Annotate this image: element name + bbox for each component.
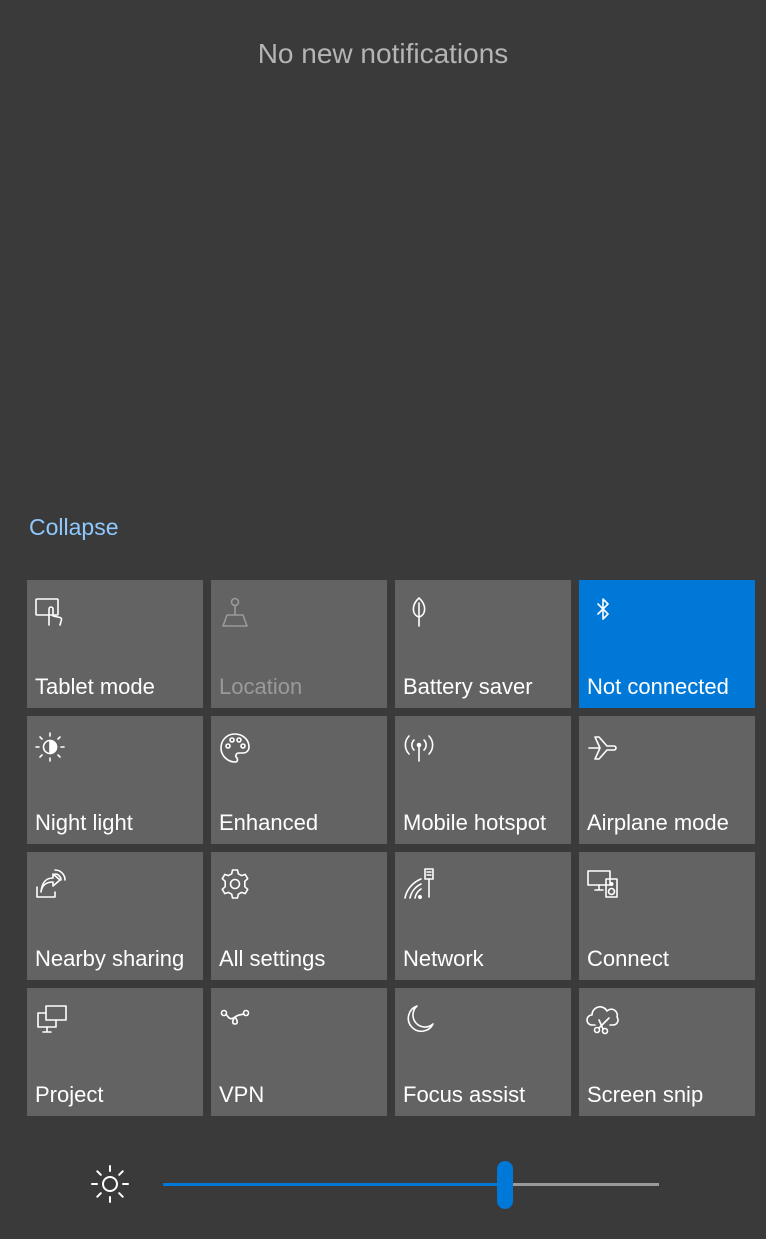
night-light-icon: [34, 731, 68, 765]
tile-airplane-mode[interactable]: Airplane mode: [579, 716, 755, 844]
tile-label: Project: [35, 1082, 104, 1107]
tile-location[interactable]: Location: [211, 580, 387, 708]
quick-actions-grid: Tablet mode Location Battery saver Not c…: [27, 580, 755, 1116]
tile-screen-snip[interactable]: Screen snip: [579, 988, 755, 1116]
screen-snip-icon: [586, 1003, 620, 1037]
tile-bluetooth[interactable]: Not connected: [579, 580, 755, 708]
tile-label: Network: [403, 946, 484, 971]
mobile-hotspot-icon: [402, 731, 436, 765]
tile-project[interactable]: Project: [27, 988, 203, 1116]
tile-label: Tablet mode: [35, 674, 155, 699]
tile-tablet-mode[interactable]: Tablet mode: [27, 580, 203, 708]
tablet-mode-icon: [34, 595, 68, 629]
tile-night-light[interactable]: Night light: [27, 716, 203, 844]
vpn-icon: [218, 1003, 252, 1037]
tile-label: Enhanced: [219, 810, 319, 835]
tile-label: Night light: [35, 810, 133, 835]
slider-fill: [163, 1183, 506, 1186]
tile-nearby-sharing[interactable]: Nearby sharing: [27, 852, 203, 980]
tile-label: Battery saver: [403, 674, 533, 699]
palette-icon: [218, 731, 252, 765]
slider-thumb[interactable]: [497, 1161, 514, 1209]
location-icon: [218, 595, 252, 629]
tile-network[interactable]: Network: [395, 852, 571, 980]
no-notifications-text: No new notifications: [257, 38, 509, 69]
connect-icon: [586, 867, 620, 901]
moon-icon: [402, 1003, 436, 1037]
brightness-icon: [89, 1163, 131, 1205]
brightness-slider[interactable]: [163, 1160, 659, 1210]
tile-label: Not connected: [587, 674, 729, 699]
tile-label: Focus assist: [403, 1082, 526, 1107]
tile-label: VPN: [219, 1082, 265, 1107]
tile-battery-saver[interactable]: Battery saver: [395, 580, 571, 708]
project-icon: [34, 1003, 68, 1037]
tile-mobile-hotspot[interactable]: Mobile hotspot: [395, 716, 571, 844]
tile-label: Airplane mode: [587, 810, 729, 835]
tile-enhanced[interactable]: Enhanced: [211, 716, 387, 844]
tile-label: Location: [219, 674, 303, 699]
tile-label: Nearby sharing: [35, 946, 185, 971]
network-icon: [402, 867, 436, 901]
tile-label: All settings: [219, 946, 326, 971]
tile-label: Screen snip: [587, 1082, 704, 1107]
tile-label: Connect: [587, 946, 669, 971]
gear-icon: [218, 867, 252, 901]
collapse-link[interactable]: Collapse: [29, 514, 119, 541]
tile-connect[interactable]: Connect: [579, 852, 755, 980]
tile-focus-assist[interactable]: Focus assist: [395, 988, 571, 1116]
bluetooth-icon: [586, 595, 620, 629]
tile-vpn[interactable]: VPN: [211, 988, 387, 1116]
airplane-icon: [586, 731, 620, 765]
tile-label: Mobile hotspot: [403, 810, 547, 835]
tile-all-settings[interactable]: All settings: [211, 852, 387, 980]
nearby-sharing-icon: [34, 867, 68, 901]
battery-saver-icon: [402, 595, 436, 629]
